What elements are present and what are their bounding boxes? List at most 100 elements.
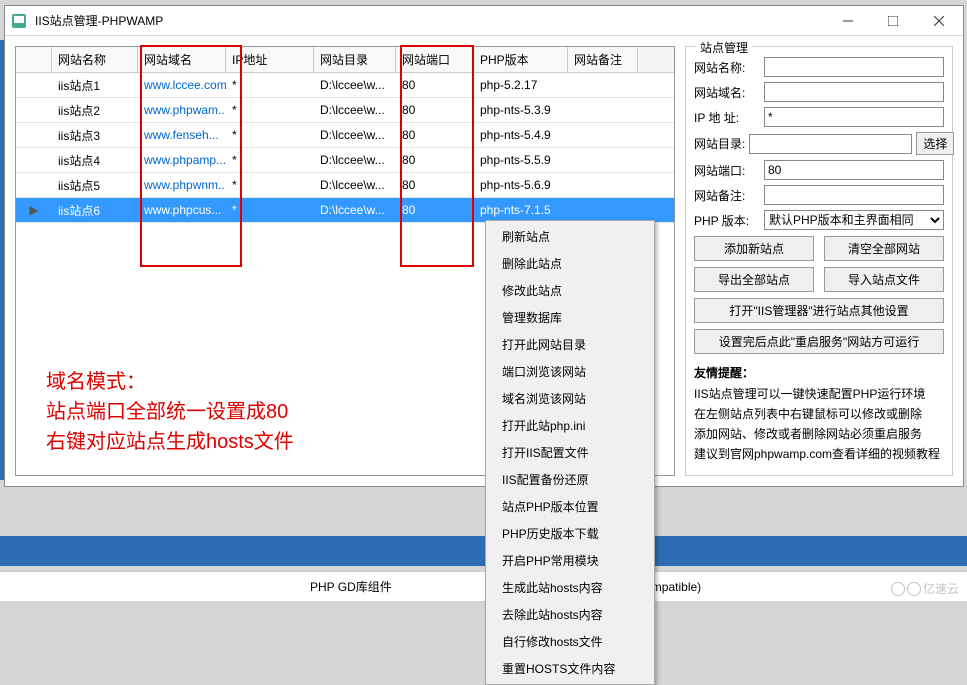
cell-name: iis站点1 (52, 73, 138, 98)
col-remark[interactable]: 网站备注 (568, 47, 638, 72)
cell-dir: D:\lccee\w... (314, 99, 396, 121)
close-button[interactable] (915, 6, 963, 36)
col-ip[interactable]: IP地址 (226, 47, 314, 72)
context-menu-item[interactable]: 站点PHP版本位置 (488, 493, 652, 520)
col-port[interactable]: 网站端口 (396, 47, 474, 72)
context-menu-item[interactable]: 重置HOSTS文件内容 (488, 655, 652, 682)
col-site-name[interactable]: 网站名称 (52, 47, 138, 72)
label-php: PHP 版本: (694, 212, 760, 229)
col-dir[interactable]: 网站目录 (314, 47, 396, 72)
context-menu-item[interactable]: 域名浏览该网站 (488, 385, 652, 412)
clear-sites-button[interactable]: 清空全部网站 (824, 236, 944, 261)
cell-dir: D:\lccee\w... (314, 149, 396, 171)
label-site-name: 网站名称: (694, 59, 760, 76)
input-dir[interactable] (749, 134, 912, 154)
hint-4: 建议到官网phpwamp.com查看详细的视频教程 (694, 445, 944, 462)
context-menu-item[interactable]: 生成此站hosts内容 (488, 574, 652, 601)
cell-port: 80 (396, 174, 474, 196)
titlebar: IIS站点管理-PHPWAMP (5, 6, 963, 36)
cell-domain: www.phpcus... (138, 199, 226, 221)
context-menu-item[interactable]: 管理数据库 (488, 304, 652, 331)
col-domain[interactable]: 网站域名 (138, 47, 226, 72)
status-bar: PHP GD库组件 mpatible) (0, 571, 967, 601)
watermark-icon-2 (907, 582, 921, 596)
app-window: IIS站点管理-PHPWAMP 网站名称 网站域名 IP地址 网站目录 网站端口… (4, 5, 964, 487)
restart-service-button[interactable]: 设置完后点此"重启服务"网站方可运行 (694, 329, 944, 354)
cell-domain: www.phpwam... (138, 99, 226, 121)
table-row[interactable]: iis站点1www.lccee.com*D:\lccee\w...80php-5… (16, 73, 674, 98)
input-domain[interactable] (764, 82, 944, 102)
context-menu-item[interactable]: 修改此站点 (488, 277, 652, 304)
context-menu-item[interactable]: 开启PHP常用模块 (488, 547, 652, 574)
cell-ip: * (226, 99, 314, 121)
cell-domain: www.lccee.com (138, 74, 226, 96)
add-site-button[interactable]: 添加新站点 (694, 236, 814, 261)
row-handle[interactable]: ▶ (16, 203, 52, 217)
cell-remark (568, 81, 638, 89)
select-php[interactable]: 默认PHP版本和主界面相同 (764, 210, 944, 230)
maximize-button[interactable] (870, 6, 915, 36)
cell-ip: * (226, 174, 314, 196)
cell-ip: * (226, 74, 314, 96)
context-menu-item[interactable]: PHP历史版本下载 (488, 520, 652, 547)
cell-remark (568, 181, 638, 189)
label-dir: 网站目录: (694, 135, 745, 152)
panel-legend: 站点管理 (696, 39, 752, 56)
hints-block: 友情提醒： IIS站点管理可以一键快速配置PHP运行环境 在左侧站点列表中右键鼠… (694, 364, 944, 462)
table-row[interactable]: iis站点4www.phpamp...*D:\lccee\w...80php-n… (16, 148, 674, 173)
label-remark: 网站备注: (694, 187, 760, 204)
minimize-button[interactable] (825, 6, 870, 36)
cell-domain: www.fenseh... (138, 124, 226, 146)
status-gd: PHP GD库组件 (0, 578, 482, 595)
context-menu-item[interactable]: 打开IIS配置文件 (488, 439, 652, 466)
context-menu-item[interactable]: IIS配置备份还原 (488, 466, 652, 493)
annotation-text: 域名模式： 站点端口全部统一设置成80 右键对应站点生成hosts文件 (46, 367, 294, 457)
cell-dir: D:\lccee\w... (314, 174, 396, 196)
context-menu-item[interactable]: 打开此网站目录 (488, 331, 652, 358)
hints-title: 友情提醒： (694, 364, 944, 381)
browse-button[interactable]: 选择 (916, 132, 954, 155)
export-sites-button[interactable]: 导出全部站点 (694, 267, 814, 292)
cell-port: 80 (396, 124, 474, 146)
cell-name: iis站点2 (52, 98, 138, 123)
table-row[interactable]: iis站点2www.phpwam...*D:\lccee\w...80php-n… (16, 98, 674, 123)
cell-dir: D:\lccee\w... (314, 74, 396, 96)
cell-ip: * (226, 199, 314, 221)
cell-php: php-nts-5.4.9 (474, 124, 568, 146)
cell-dir: D:\lccee\w... (314, 124, 396, 146)
table-header-row: 网站名称 网站域名 IP地址 网站目录 网站端口 PHP版本 网站备注 (16, 47, 674, 73)
cell-remark (568, 131, 638, 139)
col-php[interactable]: PHP版本 (474, 47, 568, 72)
table-row[interactable]: iis站点3www.fenseh...*D:\lccee\w...80php-n… (16, 123, 674, 148)
context-menu-item[interactable]: 打开此站php.ini (488, 412, 652, 439)
context-menu-item[interactable]: 端口浏览该网站 (488, 358, 652, 385)
hint-1: IIS站点管理可以一键快速配置PHP运行环境 (694, 385, 944, 402)
cell-php: php-nts-5.3.9 (474, 99, 568, 121)
cell-php: php-nts-5.5.9 (474, 149, 568, 171)
cell-remark (568, 206, 638, 214)
label-ip: IP 地 址: (694, 109, 760, 126)
context-menu-item[interactable]: 刷新站点 (488, 223, 652, 250)
cell-php: php-nts-7.1.5 (474, 199, 568, 221)
input-port[interactable] (764, 160, 944, 180)
open-iis-manager-button[interactable]: 打开"IIS管理器"进行站点其他设置 (694, 298, 944, 323)
window-title: IIS站点管理-PHPWAMP (33, 12, 825, 29)
cell-port: 80 (396, 199, 474, 221)
cell-php: php-nts-5.6.9 (474, 174, 568, 196)
cell-remark (568, 106, 638, 114)
watermark-icon (891, 582, 905, 596)
input-site-name[interactable] (764, 57, 944, 77)
context-menu-item[interactable]: 去除此站hosts内容 (488, 601, 652, 628)
annotation-line2: 站点端口全部统一设置成80 (46, 397, 294, 427)
context-menu-item[interactable]: 删除此站点 (488, 250, 652, 277)
context-menu-item[interactable]: 自行修改hosts文件 (488, 628, 652, 655)
watermark-text: 亿速云 (923, 580, 959, 597)
input-remark[interactable] (764, 185, 944, 205)
input-ip[interactable] (764, 107, 944, 127)
site-manage-panel: 站点管理 网站名称: 网站域名: IP 地 址: 网站目录:选择 网站端口: 网… (685, 46, 953, 476)
import-sites-button[interactable]: 导入站点文件 (824, 267, 944, 292)
hint-2: 在左侧站点列表中右键鼠标可以修改或删除 (694, 405, 944, 422)
cell-name: iis站点6 (52, 198, 138, 223)
label-port: 网站端口: (694, 162, 760, 179)
table-row[interactable]: iis站点5www.phpwnm...*D:\lccee\w...80php-n… (16, 173, 674, 198)
